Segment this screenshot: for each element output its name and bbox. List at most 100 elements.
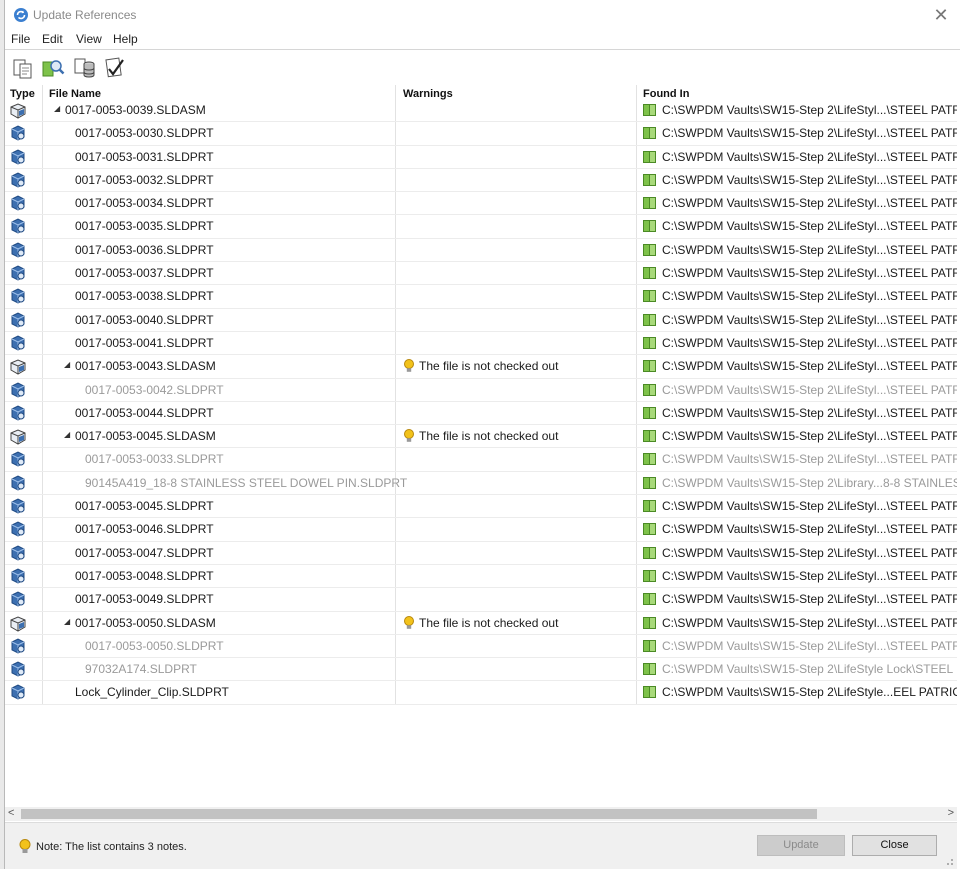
- window-close-button[interactable]: ✕: [930, 5, 952, 25]
- found-in-cell: C:\SWPDM Vaults\SW15-Step 2\LifeStyl...\…: [643, 499, 957, 513]
- tree-expander-icon[interactable]: ◢: [54, 104, 60, 113]
- table-row[interactable]: 0017-0053-0044.SLDPRT C:\SWPDM Vaults\SW1…: [5, 402, 957, 426]
- table-row[interactable]: 0017-0053-0048.SLDPRT C:\SWPDM Vaults\SW1…: [5, 565, 957, 589]
- vault-folder-icon: [643, 523, 656, 536]
- assembly-icon: [9, 615, 27, 632]
- table-row[interactable]: 97032A174.SLDPRT C:\SWPDM Vaults\SW15-Ste…: [5, 658, 957, 682]
- part-icon: [9, 242, 27, 259]
- table-row[interactable]: Lock_Cylinder_Clip.SLDPRT C:\SWPDM Vaults…: [5, 681, 957, 705]
- found-in-path: C:\SWPDM Vaults\SW15-Step 2\LifeStyl...\…: [662, 359, 957, 374]
- file-name-cell: 0017-0053-0032.SLDPRT: [75, 172, 214, 187]
- found-in-path: C:\SWPDM Vaults\SW15-Step 2\LifeStyl...\…: [662, 522, 957, 537]
- table-row[interactable]: 0017-0053-0050.SLDPRT C:\SWPDM Vaults\SW1…: [5, 635, 957, 659]
- menu-help[interactable]: Help: [113, 32, 138, 46]
- found-in-path: C:\SWPDM Vaults\SW15-Step 2\LifeStyl...\…: [662, 429, 957, 444]
- table-row[interactable]: 0017-0053-0042.SLDPRT C:\SWPDM Vaults\SW1…: [5, 379, 957, 402]
- found-in-path: C:\SWPDM Vaults\SW15-Step 2\LifeStyl...\…: [662, 312, 957, 327]
- found-in-path: C:\SWPDM Vaults\SW15-Step 2\LifeStyl...\…: [662, 289, 957, 304]
- assembly-icon: [9, 358, 27, 375]
- part-icon: [9, 638, 27, 655]
- table-row[interactable]: 0017-0053-0033.SLDPRT C:\SWPDM Vaults\SW1…: [5, 448, 957, 472]
- found-in-cell: C:\SWPDM Vaults\SW15-Step 2\LifeStyl...\…: [643, 196, 957, 210]
- table-row[interactable]: 0017-0053-0032.SLDPRT C:\SWPDM Vaults\SW1…: [5, 169, 957, 193]
- file-name-cell: 0017-0053-0047.SLDPRT: [75, 545, 214, 560]
- resize-grip-icon[interactable]: [944, 856, 954, 866]
- scrollbar-thumb[interactable]: [21, 809, 817, 819]
- close-button[interactable]: Close: [852, 835, 937, 856]
- part-icon: [9, 382, 27, 399]
- menu-view[interactable]: View: [76, 32, 102, 46]
- found-in-path: C:\SWPDM Vaults\SW15-Step 2\LifeStyl...\…: [662, 638, 957, 653]
- part-icon: [9, 475, 27, 492]
- scroll-right-arrow-icon[interactable]: >: [948, 807, 954, 819]
- table-row[interactable]: ◢ 0017-0053-0045.SLDASM The file is not ch…: [5, 425, 957, 449]
- table-row[interactable]: 0017-0053-0038.SLDPRT C:\SWPDM Vaults\SW1…: [5, 285, 957, 309]
- found-in-path: C:\SWPDM Vaults\SW15-Step 2\LifeStyl...\…: [662, 126, 957, 141]
- part-icon: [9, 172, 27, 189]
- table-row[interactable]: 0017-0053-0045.SLDPRT C:\SWPDM Vaults\SW1…: [5, 495, 957, 519]
- horizontal-scrollbar[interactable]: < >: [5, 807, 957, 821]
- found-in-cell: C:\SWPDM Vaults\SW15-Step 2\LifeStyl...\…: [643, 569, 957, 583]
- file-name-cell: 0017-0053-0030.SLDPRT: [75, 126, 214, 141]
- table-row[interactable]: 0017-0053-0030.SLDPRT C:\SWPDM Vaults\SW1…: [5, 122, 957, 146]
- table-row[interactable]: 0017-0053-0041.SLDPRT C:\SWPDM Vaults\SW1…: [5, 332, 957, 356]
- vault-folder-icon: [643, 243, 656, 256]
- file-name-cell: 0017-0053-0049.SLDPRT: [75, 592, 214, 607]
- database-copy-icon[interactable]: [73, 56, 97, 80]
- menu-file[interactable]: File: [11, 32, 30, 46]
- found-in-path: C:\SWPDM Vaults\SW15-Step 2\LifeStyl...\…: [662, 499, 957, 514]
- vault-folder-icon: [643, 220, 656, 233]
- table-row[interactable]: 0017-0053-0049.SLDPRT C:\SWPDM Vaults\SW1…: [5, 588, 957, 612]
- file-name-cell: 0017-0053-0048.SLDPRT: [75, 568, 214, 583]
- vault-folder-icon: [643, 290, 656, 303]
- table-row[interactable]: 0017-0053-0031.SLDPRT C:\SWPDM Vaults\SW1…: [5, 146, 957, 169]
- file-name-cell: 0017-0053-0043.SLDASM: [75, 359, 216, 374]
- table-row[interactable]: ◢ 0017-0053-0050.SLDASM The file is not ch…: [5, 612, 957, 635]
- table-row[interactable]: 0017-0053-0047.SLDPRT C:\SWPDM Vaults\SW1…: [5, 542, 957, 565]
- found-in-cell: C:\SWPDM Vaults\SW15-Step 2\LifeStyle...…: [643, 685, 957, 699]
- table-row[interactable]: 0017-0053-0037.SLDPRT C:\SWPDM Vaults\SW1…: [5, 262, 957, 286]
- notes-summary: Note: The list contains 3 notes.: [36, 841, 187, 853]
- menu-edit[interactable]: Edit: [42, 32, 63, 46]
- table-row[interactable]: 0017-0053-0046.SLDPRT C:\SWPDM Vaults\SW1…: [5, 518, 957, 542]
- table-row[interactable]: 0017-0053-0036.SLDPRT C:\SWPDM Vaults\SW1…: [5, 239, 957, 263]
- part-icon: [9, 545, 27, 562]
- update-button[interactable]: Update: [757, 835, 845, 856]
- part-icon: [9, 125, 27, 142]
- tree-expander-icon[interactable]: ◢: [64, 617, 70, 626]
- tree-expander-icon[interactable]: ◢: [64, 360, 70, 369]
- table-row[interactable]: 0017-0053-0035.SLDPRT C:\SWPDM Vaults\SW1…: [5, 215, 957, 239]
- found-in-cell: C:\SWPDM Vaults\SW15-Step 2\LifeStyl...\…: [643, 639, 957, 653]
- part-icon: [9, 451, 27, 468]
- file-name-cell: 0017-0053-0045.SLDASM: [75, 429, 216, 444]
- copy-tree-icon[interactable]: [11, 56, 35, 80]
- table-row[interactable]: ◢ 0017-0053-0043.SLDASM The file is not ch…: [5, 355, 957, 379]
- found-in-cell: C:\SWPDM Vaults\SW15-Step 2\LifeStyl...\…: [643, 546, 957, 560]
- table-row[interactable]: 90145A419_18-8 STAINLESS STEEL DOWEL PIN…: [5, 472, 957, 496]
- footer-bar: Note: The list contains 3 notes. Update …: [5, 822, 957, 869]
- browse-icon[interactable]: [41, 56, 65, 80]
- found-in-path: C:\SWPDM Vaults\SW15-Step 2\LifeStyle Lo…: [662, 662, 957, 677]
- vault-folder-icon: [643, 173, 656, 186]
- vault-folder-icon: [643, 127, 656, 140]
- vault-folder-icon: [643, 569, 656, 582]
- found-in-path: C:\SWPDM Vaults\SW15-Step 2\LifeStyl...\…: [662, 242, 957, 257]
- found-in-cell: C:\SWPDM Vaults\SW15-Step 2\LifeStyl...\…: [643, 383, 957, 397]
- table-row[interactable]: 0017-0053-0034.SLDPRT C:\SWPDM Vaults\SW1…: [5, 192, 957, 216]
- table-row[interactable]: 0017-0053-0040.SLDPRT C:\SWPDM Vaults\SW1…: [5, 309, 957, 332]
- table-row[interactable]: ◢ 0017-0053-0039.SLDASM C:\SWPDM Vaults\SW…: [5, 99, 957, 123]
- found-in-cell: C:\SWPDM Vaults\SW15-Step 2\LifeStyl...\…: [643, 243, 957, 257]
- vault-folder-icon: [643, 476, 656, 489]
- found-in-cell: C:\SWPDM Vaults\SW15-Step 2\LifeStyl...\…: [643, 359, 957, 373]
- scroll-left-arrow-icon[interactable]: <: [8, 807, 14, 819]
- part-icon: [9, 684, 27, 701]
- part-icon: [9, 498, 27, 515]
- found-in-path: C:\SWPDM Vaults\SW15-Step 2\LifeStyl...\…: [662, 103, 957, 117]
- found-in-path: C:\SWPDM Vaults\SW15-Step 2\LifeStyl...\…: [662, 219, 957, 234]
- found-in-cell: C:\SWPDM Vaults\SW15-Step 2\Library...8-…: [643, 476, 957, 490]
- part-icon: [9, 218, 27, 235]
- found-in-cell: C:\SWPDM Vaults\SW15-Step 2\LifeStyl...\…: [643, 406, 957, 420]
- check-document-icon[interactable]: [103, 56, 127, 80]
- file-name-cell: 0017-0053-0035.SLDPRT: [75, 219, 214, 234]
- tree-expander-icon[interactable]: ◢: [64, 430, 70, 439]
